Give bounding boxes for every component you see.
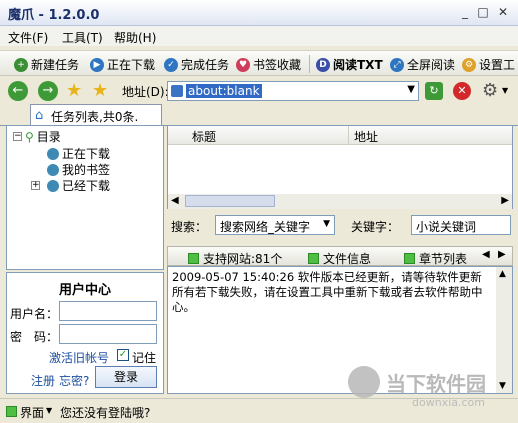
forward-icon[interactable]: → [38,81,58,101]
read-txt-button[interactable]: D 阅读TXT [316,56,383,73]
column-title[interactable]: 标题 [192,128,216,145]
register-link[interactable]: 注册 [31,372,55,389]
user-center-panel: 用户中心 用户名： 密 码： 激活旧帐号 ✓ 记住 注册 忘密? 登录 [6,272,164,394]
address-input[interactable]: about:blank ▼ [167,81,419,101]
folder-icon [47,179,59,192]
new-task-button[interactable]: + 新建任务 [14,56,79,73]
skin-dropdown-icon[interactable]: ▼ [46,406,52,415]
tab-supported-sites[interactable]: 支持网站:81个 [188,250,282,267]
search-engine-select[interactable]: 搜索网络_关键字 ▼ [215,215,335,235]
settings-gear-icon[interactable]: ⚙ [482,80,498,101]
watermark-en: downxia.com [412,396,485,409]
page-icon [171,85,183,97]
user-center-title: 用户中心 [58,283,111,298]
skin-icon [6,406,17,417]
horizontal-scrollbar[interactable]: ◀ ▶ [168,194,512,209]
refresh-icon[interactable]: ↻ [425,82,443,100]
username-input[interactable] [59,301,157,321]
watermark: 当下软件园 downxia.com [348,362,518,418]
search-label: 搜索： [171,220,208,234]
password-label: 密 码： [10,330,59,344]
check-icon: ✓ [164,57,178,72]
log-text: 2009-05-07 15:40:26 软件版本已经更新，请等待软件更新所有若下… [172,270,483,314]
scroll-up-icon[interactable]: ▲ [499,269,506,279]
list-icon [404,253,415,264]
tab-chapter-list[interactable]: 章节列表 [404,250,467,267]
column-divider [348,126,349,145]
completed-button[interactable]: ✓ 完成任务 [164,56,229,73]
column-address[interactable]: 地址 [354,128,378,145]
toolbar: + 新建任务 ▶ 正在下载 ✓ 完成任务 ♥ 书签收藏 D 阅读TXT ⤢ 全屏… [0,50,518,76]
tree-item-downloaded[interactable]: + 已经下载 [31,177,110,194]
scroll-right-icon[interactable]: ▶ [501,195,509,206]
menu-file[interactable]: 文件(F) [8,29,48,46]
close-button[interactable]: ✕ [494,4,512,20]
menu-tools[interactable]: 工具(T) [62,29,103,46]
directory-tree: − ⚲ 目录 正在下载 我的书签 + 已经下载 [6,125,164,270]
add-favorite-icon[interactable]: ★ [92,80,108,101]
window-title: 魔爪 - 1.2.0.0 [8,8,100,23]
skin-menu[interactable]: 界面 [20,404,44,421]
remember-checkbox[interactable]: ✓ [117,349,129,361]
fullscreen-read-button[interactable]: ⤢ 全屏阅读 [390,56,455,73]
bookmark-icon [47,163,59,176]
file-icon [308,253,319,264]
stop-icon[interactable]: ✕ [453,82,471,100]
expand-icon[interactable]: + [31,181,40,190]
gear-icon: ⚙ [462,57,476,72]
toolbar-separator [309,55,310,73]
bookmarks-button[interactable]: ♥ 书签收藏 [236,56,301,73]
info-tabs: 支持网站:81个 文件信息 章节列表 ◀ ▶ [167,246,513,266]
back-icon[interactable]: ← [8,81,28,101]
title-bar: 魔爪 - 1.2.0.0 _ □ ✕ [0,0,518,26]
tab-scroll-right-icon[interactable]: ▶ [498,249,506,260]
tab-scroll-left-icon[interactable]: ◀ [482,249,490,260]
task-grid: 标题 地址 ◀ ▶ [167,125,513,209]
home-icon: ⌂ [35,108,44,123]
address-value: about:blank [186,84,262,98]
activate-account-link[interactable]: 激活旧帐号 [49,349,109,366]
heart-icon: ♥ [236,57,250,72]
maximize-button[interactable]: □ [474,4,492,20]
watermark-logo-icon [348,366,380,398]
tree-item-bookmarks[interactable]: 我的书签 [47,161,110,178]
settings-button[interactable]: ⚙ 设置工 [462,56,515,73]
downloading-button[interactable]: ▶ 正在下载 [90,56,155,73]
username-label: 用户名： [10,307,59,321]
plus-icon: + [14,57,28,72]
grid-header: 标题 地址 [168,126,512,145]
status-message: 您还没有登陆哦? [60,406,151,420]
dropdown-arrow-icon[interactable]: ▼ [407,84,415,95]
minimize-button[interactable]: _ [456,4,474,20]
gear-dropdown-icon[interactable]: ▼ [502,86,508,95]
site-icon [188,253,199,264]
fullscreen-icon: ⤢ [390,57,404,72]
menu-bar: 文件(F) 工具(T) 帮助(H) [0,26,518,46]
scroll-left-icon[interactable]: ◀ [171,195,179,206]
password-input[interactable] [59,324,157,344]
tree-root-icon: ⚲ [25,129,34,144]
select-arrow-icon: ▼ [323,219,330,229]
remember-label: 记住 [132,351,157,365]
star-icon[interactable]: ★ [66,80,82,101]
tab-file-info[interactable]: 文件信息 [308,250,371,267]
download-icon [47,147,59,160]
watermark-cn: 当下软件园 [386,372,486,396]
book-icon: D [316,57,330,72]
scroll-thumb[interactable] [185,195,275,207]
collapse-icon[interactable]: − [13,132,22,141]
keyword-input[interactable]: 小说关键词 [411,215,511,235]
forgot-password-link[interactable]: 忘密? [59,372,89,389]
keyword-label: 关键字： [351,220,400,234]
search-row: 搜索： 搜索网络_关键字 ▼ 关键字： 小说关键词 [167,212,513,238]
menu-help[interactable]: 帮助(H) [114,29,156,46]
login-button[interactable]: 登录 [95,366,157,388]
play-icon: ▶ [90,57,104,72]
address-label: 地址(D): [122,85,169,99]
tab-task-list[interactable]: ⌂ 任务列表,共0条. [30,104,162,126]
tree-item-downloading[interactable]: 正在下载 [47,145,110,162]
tree-root[interactable]: − ⚲ 目录 [13,128,61,145]
